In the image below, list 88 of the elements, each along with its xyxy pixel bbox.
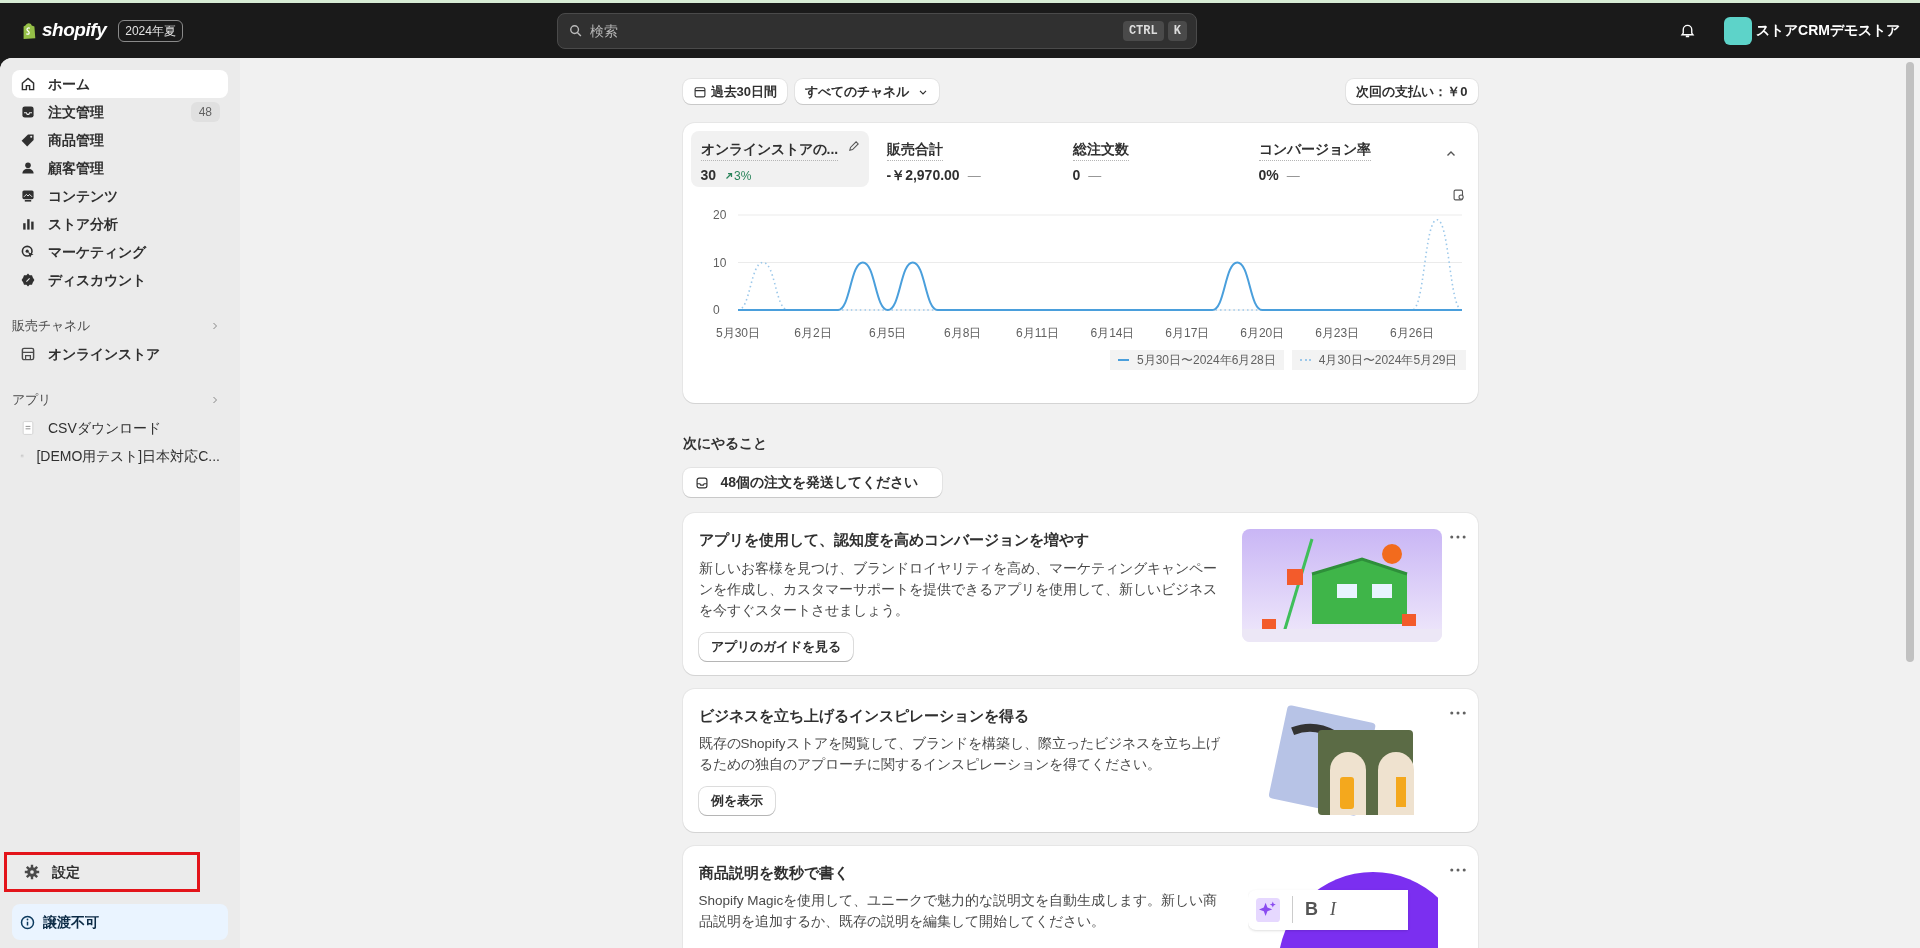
- card-title: 商品説明を数秒で書く: [698, 862, 850, 883]
- y-tick-label: 0: [712, 303, 720, 317]
- metric-tab[interactable]: コンバージョン率 0% —: [1248, 131, 1427, 187]
- gear-icon: [24, 864, 40, 880]
- arrow-up-icon: [724, 170, 735, 181]
- section-heading: 販売チャネル: [12, 317, 90, 336]
- scrollbar-thumb[interactable]: [1906, 62, 1914, 662]
- chevron-right-icon: [210, 321, 220, 331]
- info-icon: [20, 914, 35, 930]
- tag-icon: [20, 132, 36, 148]
- section-title: 次にやること: [682, 434, 768, 453]
- settings-item[interactable]: 設定: [12, 858, 228, 886]
- sparkle-icon: [1256, 897, 1280, 922]
- date-range-button[interactable]: 過去30日間: [682, 79, 787, 104]
- channel-dropdown[interactable]: すべてのチャネル: [794, 79, 939, 104]
- logo-text: shopify: [42, 18, 107, 43]
- x-tick-label: 6月5日: [868, 326, 906, 340]
- card-title: アプリを使用して、認知度を高めコンバージョンを増やす: [698, 530, 1090, 550]
- target-icon: [20, 244, 36, 260]
- metric-value: 30: [700, 166, 717, 185]
- y-tick-label: 10: [712, 255, 726, 270]
- card-description: 新しいお客様を見つけ、ブランドロイヤリティを高め、マーケティングキャンペーンを作成し、カスタマーサポートを提供できるアプリを使用して、新しいビジネスを今すぐスタートさせましょう。: [698, 559, 1218, 620]
- nav-item[interactable]: マーケティング: [12, 238, 228, 266]
- shipment-button[interactable]: 48個の注文を発送してください: [682, 468, 942, 497]
- count-badge: 48: [190, 102, 220, 122]
- nav-item[interactable]: ディスカウント: [12, 266, 228, 294]
- format-button[interactable]: B: [1292, 896, 1318, 923]
- chevron-right-icon: [210, 395, 220, 405]
- home-icon: [20, 76, 36, 92]
- x-tick-label: 6月26日: [1389, 326, 1434, 340]
- x-tick-label: 5月30日: [715, 326, 760, 340]
- report-icon: [1451, 188, 1466, 202]
- document-icon: [20, 420, 36, 436]
- store-name[interactable]: ストアCRMデモストア: [1756, 20, 1900, 41]
- metric-value: 0: [1072, 166, 1081, 185]
- metric-value: -￥2,970.00: [886, 166, 960, 185]
- x-tick-label: 6月2日: [793, 326, 832, 340]
- nav-item[interactable]: オンラインストア: [12, 340, 228, 368]
- notice-text: 譲渡不可: [43, 912, 99, 932]
- y-tick-label: 20: [712, 208, 726, 222]
- bell-icon: [1679, 22, 1697, 39]
- more-options-icon: [1449, 867, 1466, 872]
- person-icon: [20, 160, 36, 176]
- bar-chart-icon: [20, 216, 36, 232]
- metric-change: —: [1088, 166, 1102, 185]
- metric-tab[interactable]: 総注文数 0 —: [1062, 131, 1241, 187]
- section-heading: アプリ: [12, 391, 51, 410]
- card-action-button[interactable]: アプリのガイドを見る: [698, 632, 853, 661]
- x-tick-label: 6月14日: [1089, 326, 1134, 340]
- storefront-icon: [20, 346, 36, 362]
- metric-value: 0%: [1258, 166, 1279, 185]
- inbox-icon: [694, 475, 709, 490]
- image-icon: [20, 188, 36, 204]
- inbox-icon: [20, 104, 36, 120]
- metric-change: 3%: [724, 166, 752, 185]
- nav-item[interactable]: CSVダウンロード: [12, 414, 228, 442]
- nav-item[interactable]: ホーム: [12, 70, 228, 98]
- card-title: ビジネスを立ち上げるインスピレーションを得る: [698, 705, 1030, 726]
- nav-item[interactable]: ストア分析: [12, 210, 228, 238]
- x-tick-label: 6月11日: [1015, 326, 1059, 340]
- avatar[interactable]: [1724, 16, 1753, 45]
- search-icon: [568, 23, 583, 38]
- metric-change: —: [1286, 166, 1300, 185]
- metric-tab[interactable]: オンラインストアの... 30 3%: [690, 131, 869, 187]
- discount-icon: [20, 272, 36, 288]
- calendar-icon: [692, 84, 707, 99]
- x-tick-label: 6月20日: [1239, 326, 1284, 340]
- more-options-icon: [1449, 710, 1466, 715]
- more-options-icon: [1449, 535, 1466, 539]
- x-tick-label: 6月8日: [943, 326, 981, 340]
- payout-button[interactable]: 次回の支払い：￥0: [1346, 79, 1478, 104]
- nav-item[interactable]: [DEMO用テスト]日本対応C...: [12, 442, 228, 470]
- nav-item[interactable]: 商品管理: [12, 126, 228, 154]
- nav-item[interactable]: 顧客管理: [12, 154, 228, 182]
- metric-tab[interactable]: 販売合計 -￥2,970.00 —: [876, 131, 1055, 187]
- legend-item: 5月30日〜2024年6月28日: [1110, 350, 1284, 370]
- card-description: Shopify Magicを使用して、ユニークで魅力的な説明文を自動生成します。新しい商品説明を追加するか、既存の説明を編集して開始してください。: [698, 892, 1219, 931]
- edition-badge: 2024年夏: [118, 19, 183, 42]
- card-description: 既存のShopifyストアを閲覧して、ブランドを構築し、際立ったビジネスを立ち上げるための独自のアプローチに関するインスピレーションを得てください。: [698, 735, 1221, 774]
- nav-item[interactable]: コンテンツ: [12, 182, 228, 210]
- pencil-icon: [846, 139, 861, 153]
- metric-change: —: [967, 166, 981, 185]
- nav-item[interactable]: 注文管理 48: [12, 98, 228, 126]
- x-tick-label: 6月23日: [1314, 326, 1359, 340]
- x-tick-label: 6月17日: [1164, 326, 1209, 340]
- card-action-button[interactable]: 例を表示: [698, 787, 775, 815]
- format-button[interactable]: I: [1330, 896, 1336, 923]
- legend-item: 4月30日〜2024年5月29日: [1291, 350, 1466, 370]
